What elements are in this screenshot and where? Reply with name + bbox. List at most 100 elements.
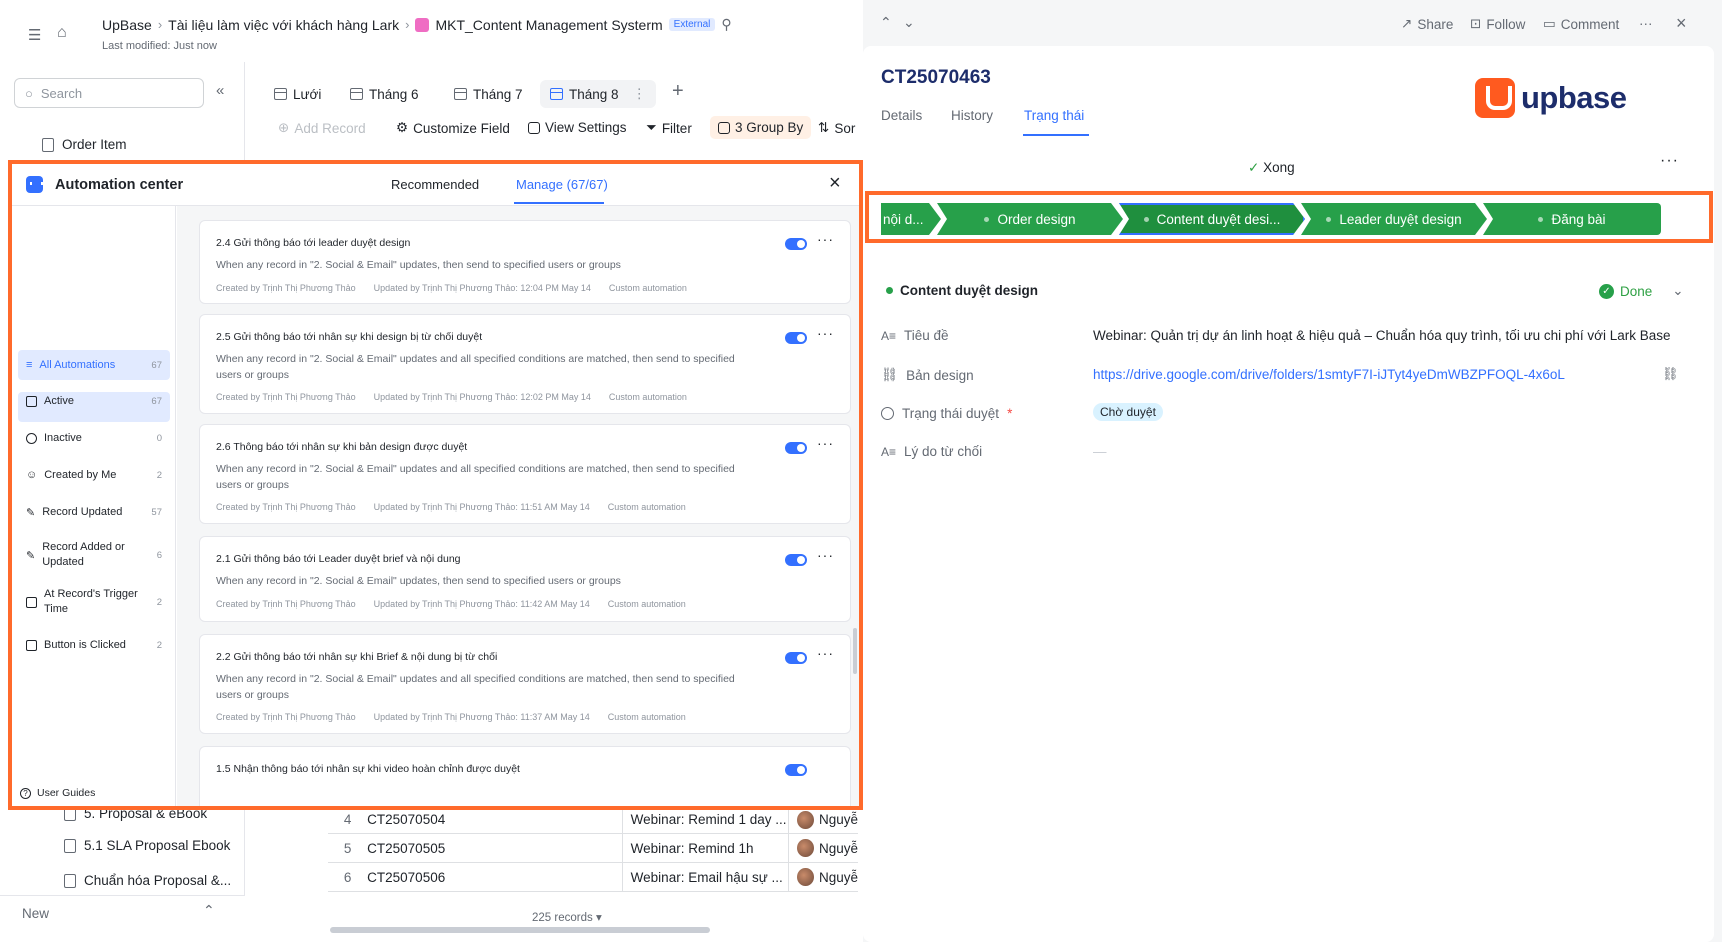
automation-card[interactable]: 2.2 Gửi thông báo tới nhân sự khi Brief … bbox=[199, 634, 851, 734]
sidebar-item-chuan-hoa[interactable]: Chuẩn hóa Proposal &... bbox=[64, 873, 231, 888]
breadcrumb-item[interactable]: Tài liệu làm việc với khách hàng Lark bbox=[168, 17, 399, 33]
more-options-icon[interactable]: ··· bbox=[817, 645, 834, 661]
stage-label: Đăng bài bbox=[1551, 211, 1606, 227]
chevron-down-icon[interactable]: ⌄ bbox=[903, 14, 915, 31]
filter-icon: ⏷ bbox=[646, 120, 657, 135]
stage-order-design[interactable]: Order design bbox=[937, 203, 1123, 235]
automation-toggle[interactable] bbox=[785, 238, 807, 250]
list-scrollbar[interactable] bbox=[853, 628, 857, 674]
field-value-ly-do-tu-choi[interactable]: — bbox=[1093, 444, 1107, 459]
link-icon[interactable]: ⛓ bbox=[1662, 366, 1679, 382]
customize-field-button[interactable]: ⚙ Customize Field bbox=[396, 120, 510, 136]
more-options-icon[interactable]: ··· bbox=[817, 325, 834, 341]
stage-content-duyet-design[interactable]: Content duyệt desi... bbox=[1119, 203, 1305, 235]
tab-history[interactable]: History bbox=[951, 108, 993, 123]
tab-luoi[interactable]: Lưới bbox=[264, 80, 331, 108]
nav-button-clicked[interactable]: Button is Clicked 2 bbox=[18, 630, 170, 660]
new-button[interactable]: New bbox=[22, 906, 49, 921]
sidebar-item-order-item[interactable]: Order Item bbox=[42, 137, 127, 152]
nav-record-added-or-updated[interactable]: ✎ Record Added or Updated 6 bbox=[18, 536, 170, 574]
nav-count: 2 bbox=[156, 469, 162, 481]
caret-down-icon[interactable]: ▾ bbox=[596, 912, 602, 924]
filter-label: Filter bbox=[661, 120, 692, 136]
automation-toggle[interactable] bbox=[785, 442, 807, 454]
tab-thang-8[interactable]: Tháng 8 ⋮ bbox=[540, 80, 657, 108]
more-options-icon[interactable]: ··· bbox=[817, 547, 834, 563]
field-value-ban-design[interactable]: https://drive.google.com/drive/folders/1… bbox=[1093, 367, 1565, 382]
automation-card[interactable]: 1.5 Nhận thông báo tới nhân sự khi video… bbox=[199, 746, 851, 806]
collapse-sidebar-icon[interactable]: « bbox=[216, 82, 224, 99]
table-icon bbox=[64, 838, 76, 853]
tab-options-icon[interactable]: ⋮ bbox=[633, 86, 647, 102]
field-value-trang-thai-duyet[interactable]: Chờ duyệt bbox=[1093, 403, 1163, 421]
stage-noi-dung[interactable]: nội d... bbox=[881, 203, 941, 235]
close-icon[interactable]: × bbox=[1676, 13, 1687, 34]
horizontal-scrollbar[interactable] bbox=[330, 927, 710, 933]
record-id-cell: CT25070505 bbox=[367, 840, 446, 856]
stage-status-dropdown[interactable]: ✓ Done ⌄ bbox=[1599, 283, 1684, 299]
user-name: Nguyễ bbox=[818, 812, 858, 827]
tab-thang-7[interactable]: Tháng 7 bbox=[444, 80, 533, 108]
automation-card[interactable]: 2.5 Gửi thông báo tới nhân sự khi design… bbox=[199, 314, 851, 414]
sort-button[interactable]: ⇅ Sor bbox=[818, 120, 855, 136]
nav-active[interactable]: Active 67 bbox=[18, 386, 170, 416]
status-indicator: ✓ Xong bbox=[1248, 160, 1295, 176]
automation-toggle[interactable] bbox=[785, 652, 807, 664]
field-value-tieu-de[interactable]: Webinar: Quản trị dự án linh hoạt & hiệu… bbox=[1093, 328, 1671, 343]
status-pill: Chờ duyệt bbox=[1093, 403, 1163, 421]
follow-button[interactable]: ⊡ Follow bbox=[1470, 16, 1525, 32]
sidebar-toggle-icon[interactable]: ☰ bbox=[28, 26, 41, 44]
stage-label: Leader duyệt design bbox=[1339, 211, 1462, 227]
stage-dot bbox=[1326, 217, 1331, 222]
more-options-icon[interactable]: ··· bbox=[817, 231, 834, 247]
stage-progress: nội d... Order design Content duyệt desi… bbox=[865, 191, 1713, 243]
stage-dang-bai[interactable]: Đăng bài bbox=[1483, 203, 1661, 235]
stage-leader-duyet-design[interactable]: Leader duyệt design bbox=[1301, 203, 1487, 235]
share-label: Share bbox=[1417, 16, 1454, 32]
automation-toggle[interactable] bbox=[785, 554, 807, 566]
automation-toggle[interactable] bbox=[785, 332, 807, 344]
nav-label: At Record's Trigger Time bbox=[44, 588, 138, 615]
automation-toggle[interactable] bbox=[785, 764, 807, 776]
close-icon[interactable]: × bbox=[829, 172, 841, 195]
nav-at-trigger-time[interactable]: At Record's Trigger Time 2 bbox=[18, 583, 170, 621]
nav-record-updated[interactable]: ✎ Record Updated 57 bbox=[18, 497, 170, 527]
automation-card[interactable]: 2.4 Gửi thông báo tới leader duyệt desig… bbox=[199, 220, 851, 304]
pin-icon[interactable]: ⚲ bbox=[721, 16, 731, 33]
view-settings-button[interactable]: View Settings bbox=[528, 120, 627, 135]
more-options-icon[interactable]: ··· bbox=[1639, 16, 1653, 31]
chevron-up-icon[interactable]: ⌃ bbox=[880, 14, 892, 31]
breadcrumb-item[interactable]: UpBase bbox=[102, 17, 152, 33]
table-row[interactable]: 5 CT25070505 Webinar: Remind 1h Nguyễ bbox=[328, 834, 858, 863]
user-guides-link[interactable]: ? User Guides bbox=[20, 787, 95, 799]
share-button[interactable]: ↗ Share bbox=[1401, 16, 1453, 32]
record-card: CT25070463 Details History Trạng thái up… bbox=[863, 46, 1714, 942]
avatar bbox=[797, 839, 814, 857]
comment-button[interactable]: ▭ Comment bbox=[1543, 16, 1619, 32]
nav-all-automations[interactable]: ≡ All Automations 67 bbox=[18, 350, 170, 380]
tab-label: Tháng 7 bbox=[473, 86, 523, 102]
filter-button[interactable]: ⏷ Filter bbox=[646, 120, 692, 136]
tab-thang-6[interactable]: Tháng 6 bbox=[340, 80, 429, 108]
nav-created-by-me[interactable]: ☺ Created by Me 2 bbox=[18, 460, 170, 490]
chevron-up-icon[interactable]: ⌃ bbox=[203, 902, 215, 919]
tab-manage[interactable]: Manage (67/67) bbox=[516, 177, 608, 192]
tab-trang-thai[interactable]: Trạng thái bbox=[1024, 108, 1084, 123]
home-icon[interactable]: ⌂ bbox=[57, 24, 67, 42]
sort-label: Sor bbox=[834, 120, 856, 136]
nav-inactive[interactable]: Inactive 0 bbox=[18, 423, 170, 453]
group-by-button[interactable]: 3 Group By bbox=[710, 116, 812, 139]
tab-details[interactable]: Details bbox=[881, 108, 922, 123]
more-options-icon[interactable]: ··· bbox=[817, 435, 834, 451]
breadcrumb-item[interactable]: MKT_Content Management Systerm bbox=[435, 17, 662, 33]
more-options-icon[interactable]: ··· bbox=[1660, 152, 1679, 170]
automation-card[interactable]: 2.1 Gửi thông báo tới Leader duyệt brief… bbox=[199, 536, 851, 622]
add-view-icon[interactable]: + bbox=[672, 80, 684, 103]
table-row[interactable]: 6 CT25070506 Webinar: Email hậu sự ... N… bbox=[328, 863, 858, 892]
automation-card[interactable]: 2.6 Thông báo tới nhân sự khi bản design… bbox=[199, 424, 851, 524]
add-record-button[interactable]: ⊕ Add Record bbox=[278, 120, 366, 136]
sidebar-item-sla-proposal[interactable]: 5.1 SLA Proposal Ebook bbox=[64, 838, 230, 853]
search-input[interactable]: ○ Search bbox=[14, 78, 204, 108]
link-icon: ⛓ bbox=[881, 367, 899, 382]
tab-recommended[interactable]: Recommended bbox=[391, 177, 479, 192]
